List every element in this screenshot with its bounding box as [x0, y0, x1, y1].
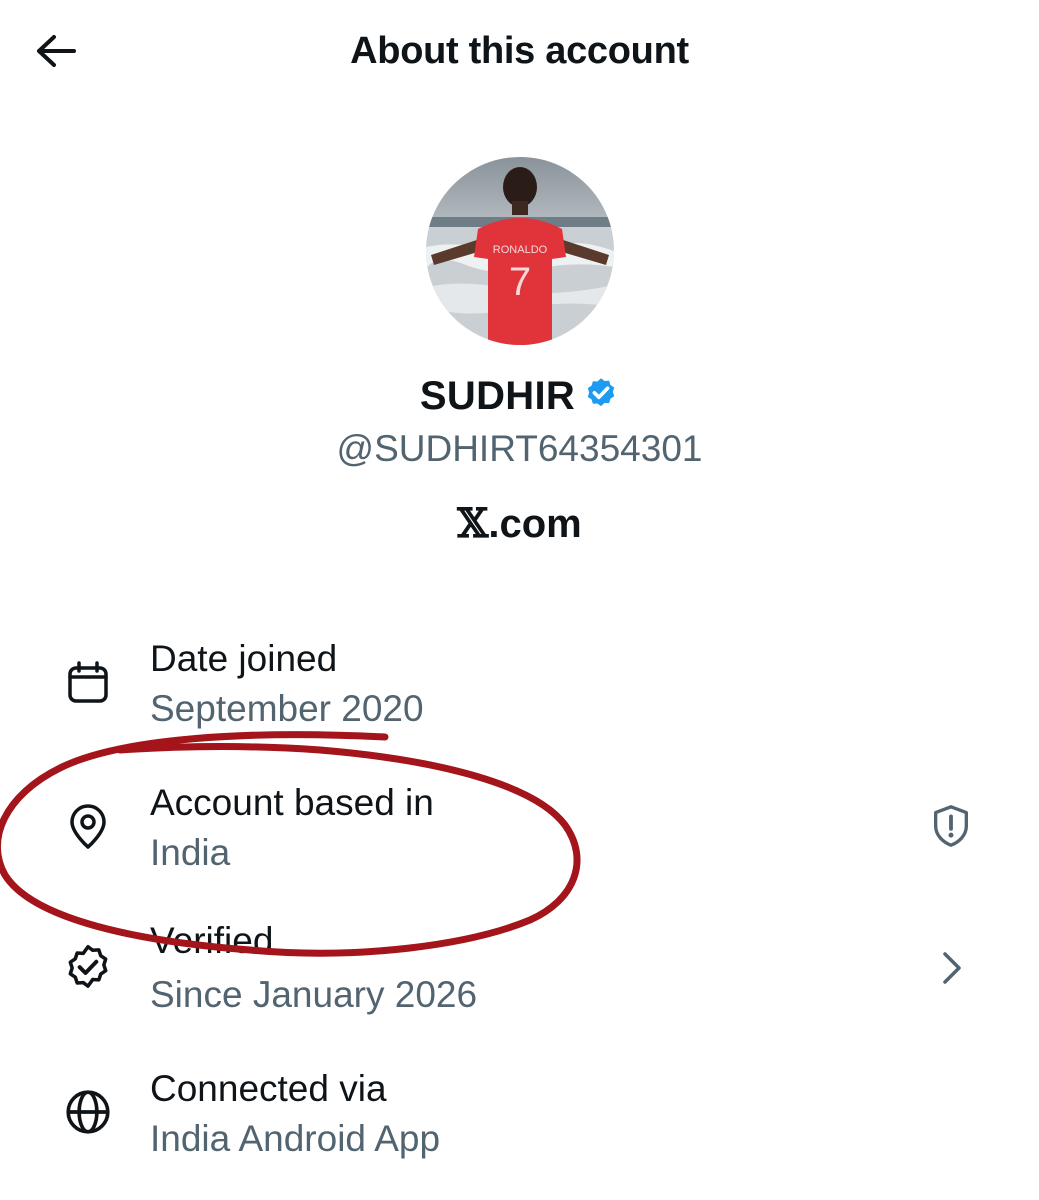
jersey-number: 7 — [509, 260, 531, 304]
detail-title: Connected via — [150, 1068, 387, 1109]
detail-row-connected-via: Connected via India Android App — [0, 1060, 1039, 1190]
detail-value: Since January 2026 — [150, 974, 478, 1015]
x-logo-icon: 𝕏 — [457, 500, 489, 547]
verified-badge-icon — [583, 376, 619, 417]
platform-label: 𝕏.com — [0, 500, 1039, 547]
detail-value: India — [150, 832, 231, 873]
chevron-right-icon[interactable] — [923, 940, 979, 996]
profile-name-row: SUDHIR — [0, 374, 1039, 419]
user-handle: @SUDHIRT64354301 — [336, 428, 703, 469]
detail-title: Verified — [150, 920, 274, 961]
verified-badge-outline-icon — [60, 940, 116, 996]
detail-value: September 2020 — [150, 688, 424, 729]
globe-icon — [60, 1084, 116, 1140]
detail-value: India Android App — [150, 1118, 441, 1159]
jersey-text: RONALDO — [493, 244, 548, 256]
detail-title: Account based in — [150, 782, 434, 823]
display-name: SUDHIR — [419, 374, 576, 418]
location-pin-icon — [60, 799, 116, 855]
shield-alert-icon[interactable] — [923, 798, 979, 854]
detail-row-date-joined: Date joined September 2020 — [0, 630, 1039, 760]
detail-title: Date joined — [150, 638, 338, 679]
detail-row-verified[interactable]: Verified Since January 2026 — [0, 918, 1039, 1048]
detail-row-account-based-in: Account based in India — [0, 774, 1039, 904]
calendar-icon — [60, 655, 116, 711]
platform-domain: .com — [488, 502, 582, 546]
avatar[interactable]: RONALDO 7 — [426, 157, 614, 345]
page-title: About this account — [350, 30, 689, 72]
